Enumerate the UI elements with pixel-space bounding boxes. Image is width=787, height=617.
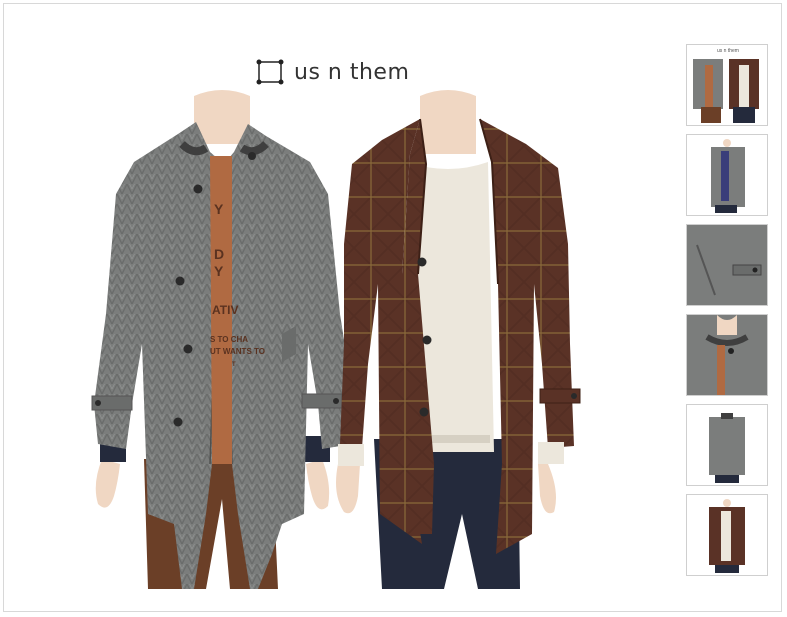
coat-button <box>193 184 203 194</box>
thumbnail-both-coats[interactable]: us n them <box>686 44 768 126</box>
coat-button <box>419 407 429 417</box>
thumbnail-brown-coat-front[interactable] <box>686 494 768 576</box>
tee-print-line: ATIV <box>212 303 238 317</box>
thumbnail-gray-coat-back[interactable] <box>686 404 768 486</box>
product-image-frame: us n them Y D Y ATIV S TO CHA UT WANTS T… <box>3 3 782 612</box>
thumbnail-brand-label: us n them <box>717 48 739 54</box>
coat-button <box>175 276 185 286</box>
coat-button <box>422 335 432 345</box>
brown-check-coat <box>336 90 581 589</box>
tee-print-line: D <box>214 246 224 262</box>
tee-print-line: T <box>232 362 236 368</box>
thumbnail-collar-detail[interactable] <box>686 314 768 396</box>
main-product-image[interactable]: Y D Y ATIV S TO CHA UT WANTS TO T <box>82 44 602 594</box>
coat-button <box>248 152 256 160</box>
tee-print-line: Y <box>214 263 224 279</box>
coat-button <box>173 417 183 427</box>
thumbnail-pocket-detail[interactable] <box>686 224 768 306</box>
gray-herringbone-coat: Y D Y ATIV S TO CHA UT WANTS TO T <box>91 90 354 589</box>
thumbnail-gray-coat-front[interactable] <box>686 134 768 216</box>
tee-print-line: S TO CHA <box>210 335 248 344</box>
tee-print-line: Y <box>214 201 224 217</box>
coat-button <box>417 257 427 267</box>
coat-button <box>183 344 193 354</box>
tee-print-line: UT WANTS TO <box>210 347 265 356</box>
